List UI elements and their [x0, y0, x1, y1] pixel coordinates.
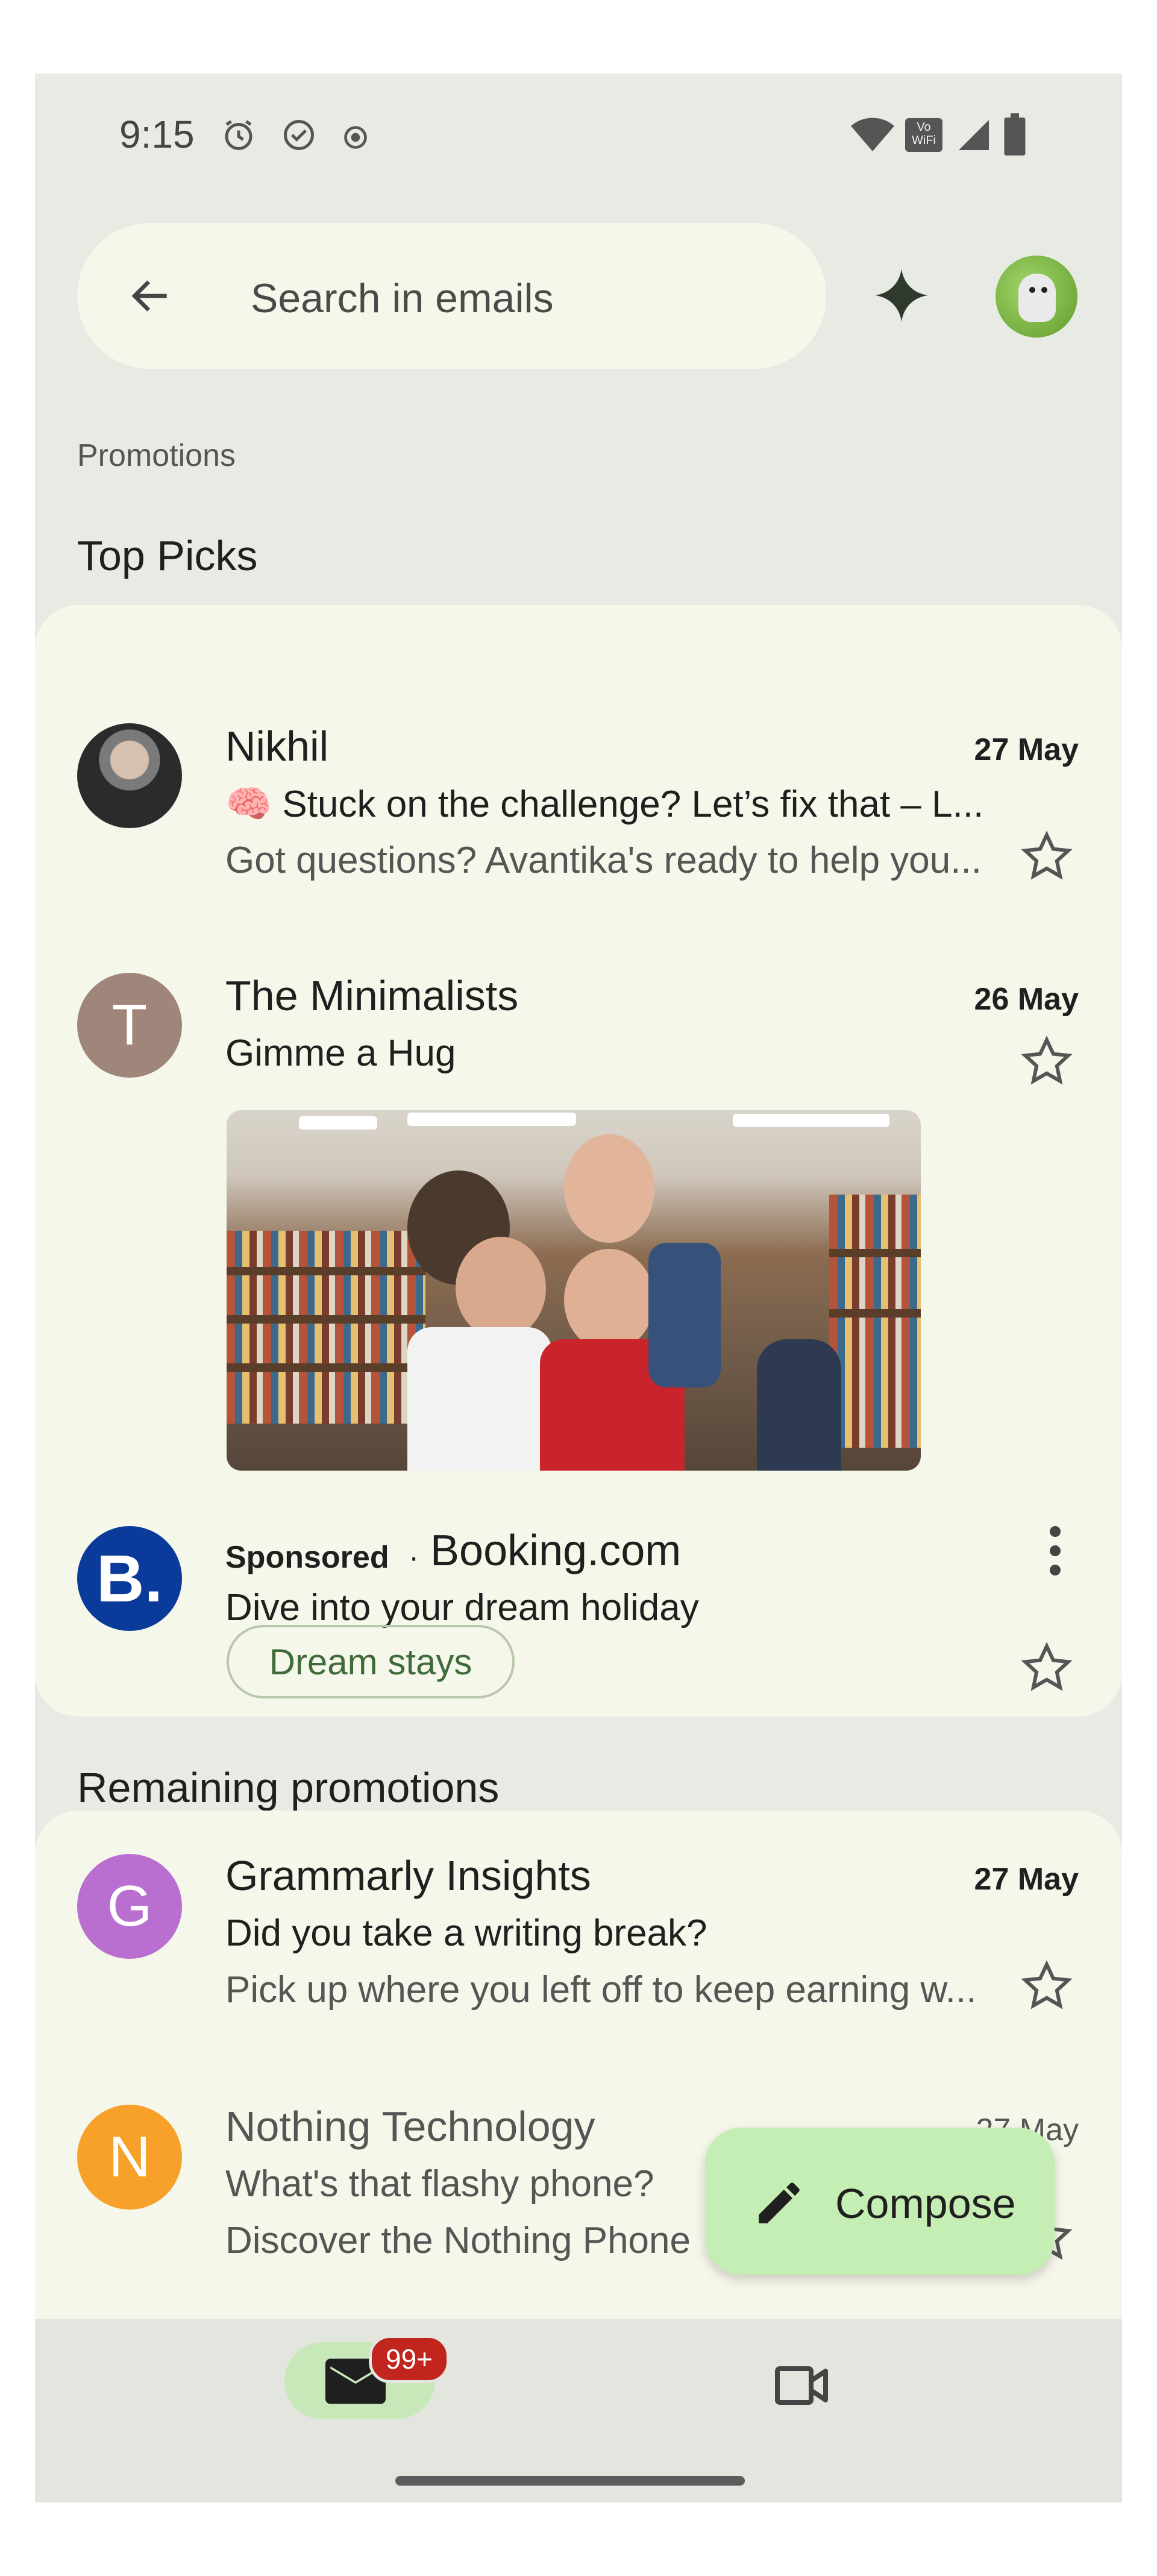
star-icon[interactable]: [1020, 1034, 1074, 1089]
battery-icon: [1004, 113, 1026, 156]
ceiling-light: [299, 1116, 377, 1129]
person-face: [564, 1249, 654, 1351]
advertiser-logo: B.: [77, 1526, 182, 1631]
person-shirt-white: [407, 1327, 552, 1471]
person-shirt-blue: [648, 1243, 721, 1387]
vowifi-icon: Vo WiFi: [905, 118, 942, 152]
account-avatar[interactable]: [996, 256, 1077, 338]
sender-avatar: T: [77, 973, 182, 1078]
record-icon: [344, 126, 367, 149]
gemini-sparkle-icon[interactable]: [873, 266, 930, 324]
ad-subject: Dive into your dream holiday: [225, 1587, 699, 1629]
email-sender: The Minimalists: [225, 972, 519, 1019]
avatar-eye: [1041, 287, 1047, 293]
compose-button[interactable]: Compose: [705, 2128, 1055, 2275]
star-icon[interactable]: [1020, 1641, 1074, 1695]
email-snippet: Pick up where you left off to keep earni…: [225, 1969, 977, 2011]
sender-avatar: [77, 723, 182, 828]
advertiser-name: Booking.com: [430, 1527, 682, 1575]
person-face: [456, 1237, 546, 1339]
shelf-plank: [829, 1249, 921, 1257]
email-snippet: Got questions? Avantika's ready to help …: [225, 840, 982, 881]
email-subject: Did you take a writing break?: [225, 1912, 707, 1954]
email-sender: Nikhil: [225, 723, 329, 770]
signal-icon: [959, 120, 989, 150]
remaining-promotions-heading: Remaining promotions: [77, 1764, 500, 1811]
ad-cta-chip[interactable]: Dream stays: [227, 1625, 515, 1698]
more-options-icon[interactable]: [1050, 1526, 1062, 1577]
separator-dot: ·: [409, 1540, 419, 1575]
star-icon[interactable]: [1020, 1959, 1074, 2013]
avatar-eye: [1029, 287, 1035, 293]
email-sender: Nothing Technology: [225, 2103, 595, 2150]
status-time: 9:15: [119, 113, 195, 156]
shelf-plank: [227, 1267, 425, 1275]
back-arrow-icon[interactable]: [127, 272, 175, 320]
top-picks-heading: Top Picks: [77, 532, 258, 579]
alarm-icon: [225, 120, 252, 150]
email-date: 26 May: [974, 982, 1079, 1017]
search-placeholder[interactable]: Search in emails: [251, 275, 554, 322]
home-gesture-bar[interactable]: [395, 2476, 745, 2486]
phone-screen: 9:15 Vo WiFi Search in emails Promotions: [35, 74, 1122, 2502]
sponsored-label: Sponsored: [225, 1540, 389, 1575]
shelf-plank: [227, 1315, 425, 1324]
ceiling-light: [733, 1114, 889, 1127]
email-subject: 🧠 Stuck on the challenge? Let’s fix that…: [225, 784, 984, 825]
bookshelf: [829, 1195, 921, 1448]
pencil-icon: [759, 2182, 800, 2223]
sender-avatar: N: [77, 2105, 182, 2210]
category-label: Promotions: [77, 438, 236, 473]
bottom-navigation: 99+: [35, 2319, 1122, 2502]
background-person: [757, 1339, 841, 1471]
person-face: [564, 1134, 654, 1243]
sender-avatar: G: [77, 1854, 182, 1959]
ceiling-light: [407, 1113, 576, 1126]
star-icon[interactable]: [1020, 829, 1074, 884]
email-date: 27 May: [974, 732, 1079, 767]
bookshelf: [227, 1231, 425, 1424]
shelf-plank: [829, 1309, 921, 1318]
email-sender: Grammarly Insights: [225, 1852, 591, 1899]
video-call-icon[interactable]: [771, 2364, 832, 2407]
shelf-plank: [227, 1363, 425, 1372]
unread-count-badge: 99+: [369, 2335, 450, 2383]
email-subject: Gimme a Hug: [225, 1032, 456, 1074]
search-bar[interactable]: Search in emails: [77, 223, 826, 369]
task-done-icon: [284, 120, 314, 150]
email-image-preview[interactable]: [227, 1110, 921, 1471]
compose-label: Compose: [835, 2180, 1016, 2227]
email-date: 27 May: [974, 1862, 1079, 1897]
wifi-icon: [851, 118, 894, 151]
avatar-figure: [1018, 274, 1056, 322]
